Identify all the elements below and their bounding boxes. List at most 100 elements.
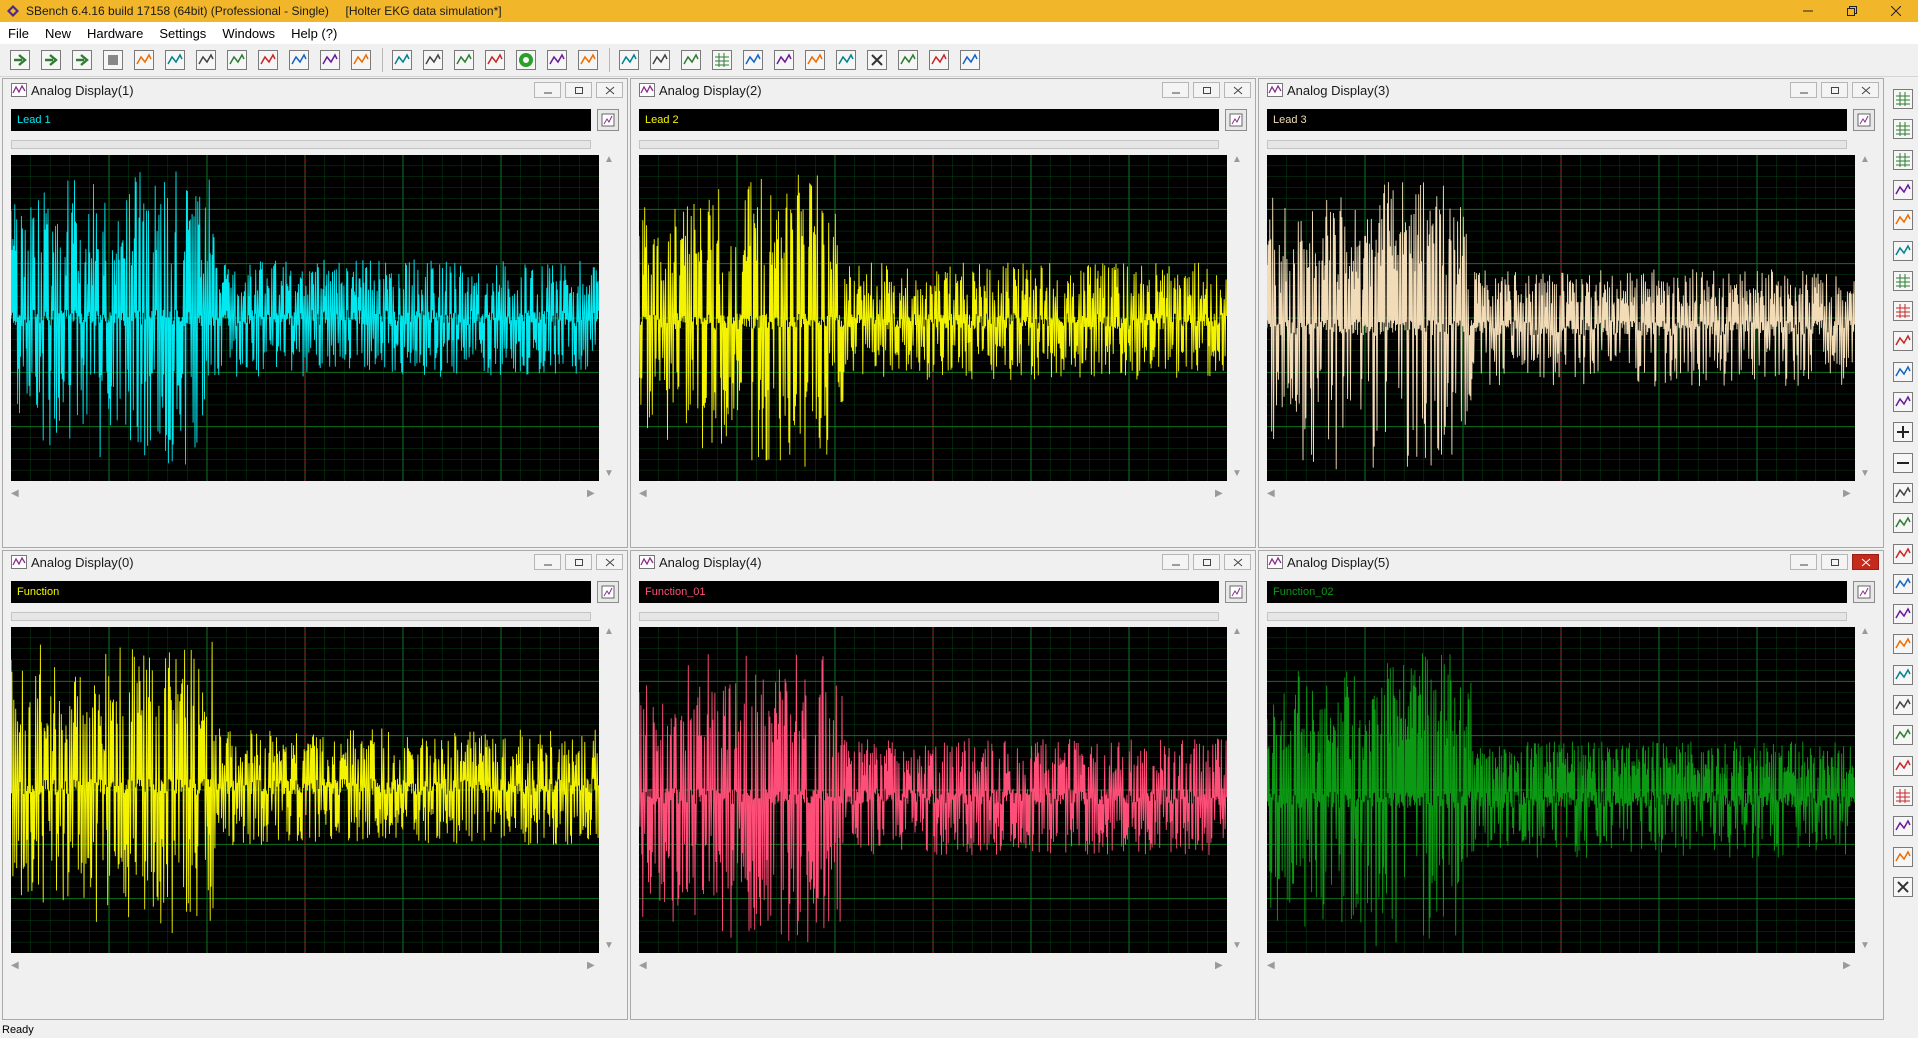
vertical-scrollbar[interactable]: ▲ ▼ bbox=[602, 627, 616, 953]
list-button[interactable] bbox=[576, 48, 600, 72]
restore-button[interactable] bbox=[1830, 0, 1874, 22]
window-titlebar[interactable]: Analog Display(5) bbox=[1259, 551, 1883, 573]
book-button[interactable] bbox=[1890, 177, 1916, 203]
stop-button[interactable] bbox=[101, 48, 125, 72]
horizontal-scrollbar[interactable]: ◀ ▶ bbox=[1267, 487, 1855, 501]
channel-settings-button[interactable] bbox=[597, 109, 619, 131]
smooth-button[interactable] bbox=[1890, 753, 1916, 779]
waveform-plot[interactable] bbox=[1267, 627, 1855, 953]
menu-help[interactable]: Help (?) bbox=[283, 26, 345, 41]
start-button[interactable] bbox=[8, 48, 32, 72]
maximize-button[interactable] bbox=[1193, 554, 1220, 570]
maximize-button[interactable] bbox=[565, 554, 592, 570]
maximize-button[interactable] bbox=[1193, 82, 1220, 98]
copy-display-button[interactable] bbox=[1890, 359, 1916, 385]
fit-all-button[interactable] bbox=[1890, 480, 1916, 506]
link-button[interactable] bbox=[1890, 207, 1916, 233]
waveform-plot[interactable] bbox=[639, 627, 1227, 953]
menu-hardware[interactable]: Hardware bbox=[79, 26, 151, 41]
settings-gear-button[interactable] bbox=[514, 48, 538, 72]
minimize-button[interactable] bbox=[534, 554, 561, 570]
minimize-button[interactable] bbox=[1162, 82, 1189, 98]
channel-settings-button[interactable] bbox=[1225, 581, 1247, 603]
hex-view-button[interactable] bbox=[1890, 116, 1916, 142]
minimize-button[interactable] bbox=[1786, 0, 1830, 22]
table-view-button[interactable] bbox=[1890, 147, 1916, 173]
analog-view-button[interactable] bbox=[617, 48, 641, 72]
fft-view-button[interactable] bbox=[679, 48, 703, 72]
window-titlebar[interactable]: Analog Display(3) bbox=[1259, 79, 1883, 101]
window-titlebar[interactable]: Analog Display(4) bbox=[631, 551, 1255, 573]
horizontal-scrollbar[interactable]: ◀ ▶ bbox=[11, 487, 599, 501]
grid-view-button[interactable] bbox=[710, 48, 734, 72]
fit-y-button[interactable] bbox=[1890, 541, 1916, 567]
minimize-button[interactable] bbox=[534, 82, 561, 98]
vertical-scrollbar[interactable]: ▲ ▼ bbox=[1230, 155, 1244, 481]
channel-settings-button[interactable] bbox=[1853, 109, 1875, 131]
channel-settings-button[interactable] bbox=[1853, 581, 1875, 603]
new-analog-display-button[interactable] bbox=[390, 48, 414, 72]
split-horizontal-button[interactable] bbox=[896, 48, 920, 72]
close-all-button[interactable] bbox=[865, 48, 889, 72]
overlay-button[interactable] bbox=[1890, 328, 1916, 354]
expand-y-button[interactable] bbox=[1890, 601, 1916, 627]
window-button[interactable] bbox=[545, 48, 569, 72]
menu-settings[interactable]: Settings bbox=[151, 26, 214, 41]
minimize-button[interactable] bbox=[1162, 554, 1189, 570]
shrink-y-button[interactable] bbox=[1890, 662, 1916, 688]
arrange-button[interactable] bbox=[834, 48, 858, 72]
waveform-plot[interactable] bbox=[11, 155, 599, 481]
expand-x-button[interactable] bbox=[1890, 571, 1916, 597]
scale-up-button[interactable] bbox=[1890, 692, 1916, 718]
shrink-x-button[interactable] bbox=[1890, 631, 1916, 657]
grid-green-button[interactable] bbox=[1890, 86, 1916, 112]
calc-histogram-button[interactable] bbox=[256, 48, 280, 72]
save-button[interactable] bbox=[483, 48, 507, 72]
waveform-plot[interactable] bbox=[639, 155, 1227, 481]
scale-down-button[interactable] bbox=[1890, 722, 1916, 748]
continuous-button[interactable] bbox=[70, 48, 94, 72]
maximize-button[interactable] bbox=[565, 82, 592, 98]
xy-view-button[interactable] bbox=[648, 48, 672, 72]
colored-grid-button[interactable] bbox=[1890, 298, 1916, 324]
close-button[interactable] bbox=[1852, 554, 1879, 570]
full-screen-button[interactable] bbox=[958, 48, 982, 72]
calc-average-button[interactable] bbox=[318, 48, 342, 72]
maximize-button[interactable] bbox=[1821, 554, 1848, 570]
fit-width-button[interactable] bbox=[1890, 389, 1916, 415]
force-trigger-button[interactable] bbox=[132, 48, 156, 72]
undo-zoom-button[interactable] bbox=[1890, 813, 1916, 839]
menu-new[interactable]: New bbox=[37, 26, 79, 41]
pen-button[interactable] bbox=[741, 48, 765, 72]
close-button[interactable] bbox=[1852, 82, 1879, 98]
vertical-scrollbar[interactable]: ▲ ▼ bbox=[1230, 627, 1244, 953]
tile-button[interactable] bbox=[803, 48, 827, 72]
horizontal-scrollbar[interactable]: ◀ ▶ bbox=[639, 959, 1227, 973]
menu-windows[interactable]: Windows bbox=[214, 26, 283, 41]
vertical-scrollbar[interactable]: ▲ ▼ bbox=[1858, 627, 1872, 953]
window-titlebar[interactable]: Analog Display(2) bbox=[631, 79, 1255, 101]
signal-button[interactable] bbox=[772, 48, 796, 72]
grid-red-button[interactable] bbox=[1890, 783, 1916, 809]
fit-x-button[interactable] bbox=[1890, 510, 1916, 536]
minimize-button[interactable] bbox=[1790, 554, 1817, 570]
waveform-plot[interactable] bbox=[1267, 155, 1855, 481]
channel-settings-button[interactable] bbox=[597, 581, 619, 603]
vertical-scrollbar[interactable]: ▲ ▼ bbox=[602, 155, 616, 481]
split-vertical-button[interactable] bbox=[927, 48, 951, 72]
calc-fft-button[interactable] bbox=[225, 48, 249, 72]
waveform-plot[interactable] bbox=[11, 627, 599, 953]
red-curve-button[interactable] bbox=[1890, 238, 1916, 264]
close-button[interactable] bbox=[596, 554, 623, 570]
vertical-scrollbar[interactable]: ▲ ▼ bbox=[1858, 155, 1872, 481]
close-button[interactable] bbox=[596, 82, 623, 98]
menu-file[interactable]: File bbox=[0, 26, 37, 41]
window-titlebar[interactable]: Analog Display(0) bbox=[3, 551, 627, 573]
calc-info-button[interactable] bbox=[194, 48, 218, 72]
calc-amplitude-button[interactable] bbox=[163, 48, 187, 72]
maximize-button[interactable] bbox=[1821, 82, 1848, 98]
window-titlebar[interactable]: Analog Display(1) bbox=[3, 79, 627, 101]
zoom-out-button[interactable] bbox=[1890, 450, 1916, 476]
channel-settings-button[interactable] bbox=[1225, 109, 1247, 131]
horizontal-scrollbar[interactable]: ◀ ▶ bbox=[639, 487, 1227, 501]
